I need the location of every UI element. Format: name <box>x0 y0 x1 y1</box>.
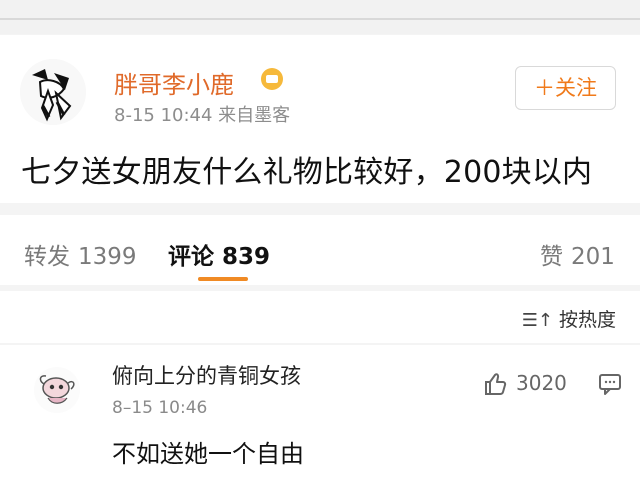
comment-sort-row: ☰↑ 按热度 <box>0 291 640 343</box>
sort-by-heat-button[interactable]: ☰↑ 按热度 <box>522 305 616 332</box>
comment-label: 评论 <box>168 244 214 270</box>
post-stats-bar: 转发 1399 评论 839 赞 201 <box>0 215 640 285</box>
reply-button[interactable] <box>598 372 622 396</box>
tab-comments[interactable]: 评论 839 <box>168 237 270 271</box>
commenter-avatar-illustration <box>34 367 80 413</box>
thumbs-up-icon <box>485 373 507 395</box>
post-meta: 8-15 10:44 来自墨客 <box>114 105 291 126</box>
commenter-avatar[interactable] <box>34 367 80 413</box>
comment-count: 839 <box>222 244 271 270</box>
sort-icon: ☰↑ <box>521 310 553 331</box>
post-text: 七夕送女朋友什么礼物比较好，200块以内 <box>21 155 593 190</box>
comment-reply-icon <box>599 374 621 395</box>
top-divider <box>0 18 640 20</box>
sort-label: 按热度 <box>558 309 616 331</box>
like-count: 201 <box>571 244 615 270</box>
author-avatar[interactable] <box>20 59 86 125</box>
tab-likes[interactable]: 赞 201 <box>540 237 615 271</box>
commenter-name[interactable]: 俯向上分的青铜女孩 <box>112 360 301 390</box>
active-tab-indicator <box>198 277 248 281</box>
author-avatar-illustration <box>20 59 86 125</box>
comment-like-count: 3020 <box>516 371 567 395</box>
top-strip <box>0 0 640 34</box>
comment-time: 8–15 10:46 <box>112 398 208 418</box>
tab-reposts[interactable]: 转发 1399 <box>24 237 137 271</box>
repost-label: 转发 <box>24 244 70 270</box>
follow-button[interactable]: ＋关注 <box>515 66 616 110</box>
comment-text: 不如送她一个自由 <box>112 440 304 468</box>
comment-card: 俯向上分的青铜女孩 8–15 10:46 不如送她一个自由 3020 <box>0 345 640 477</box>
post-card: 胖哥李小鹿 8-15 10:44 来自墨客 ＋关注 七夕送女朋友什么礼物比较好，… <box>0 35 640 203</box>
verified-badge-icon <box>261 68 283 90</box>
repost-count: 1399 <box>78 244 137 270</box>
author-name[interactable]: 胖哥李小鹿 <box>114 65 234 100</box>
like-label: 赞 <box>540 244 563 270</box>
